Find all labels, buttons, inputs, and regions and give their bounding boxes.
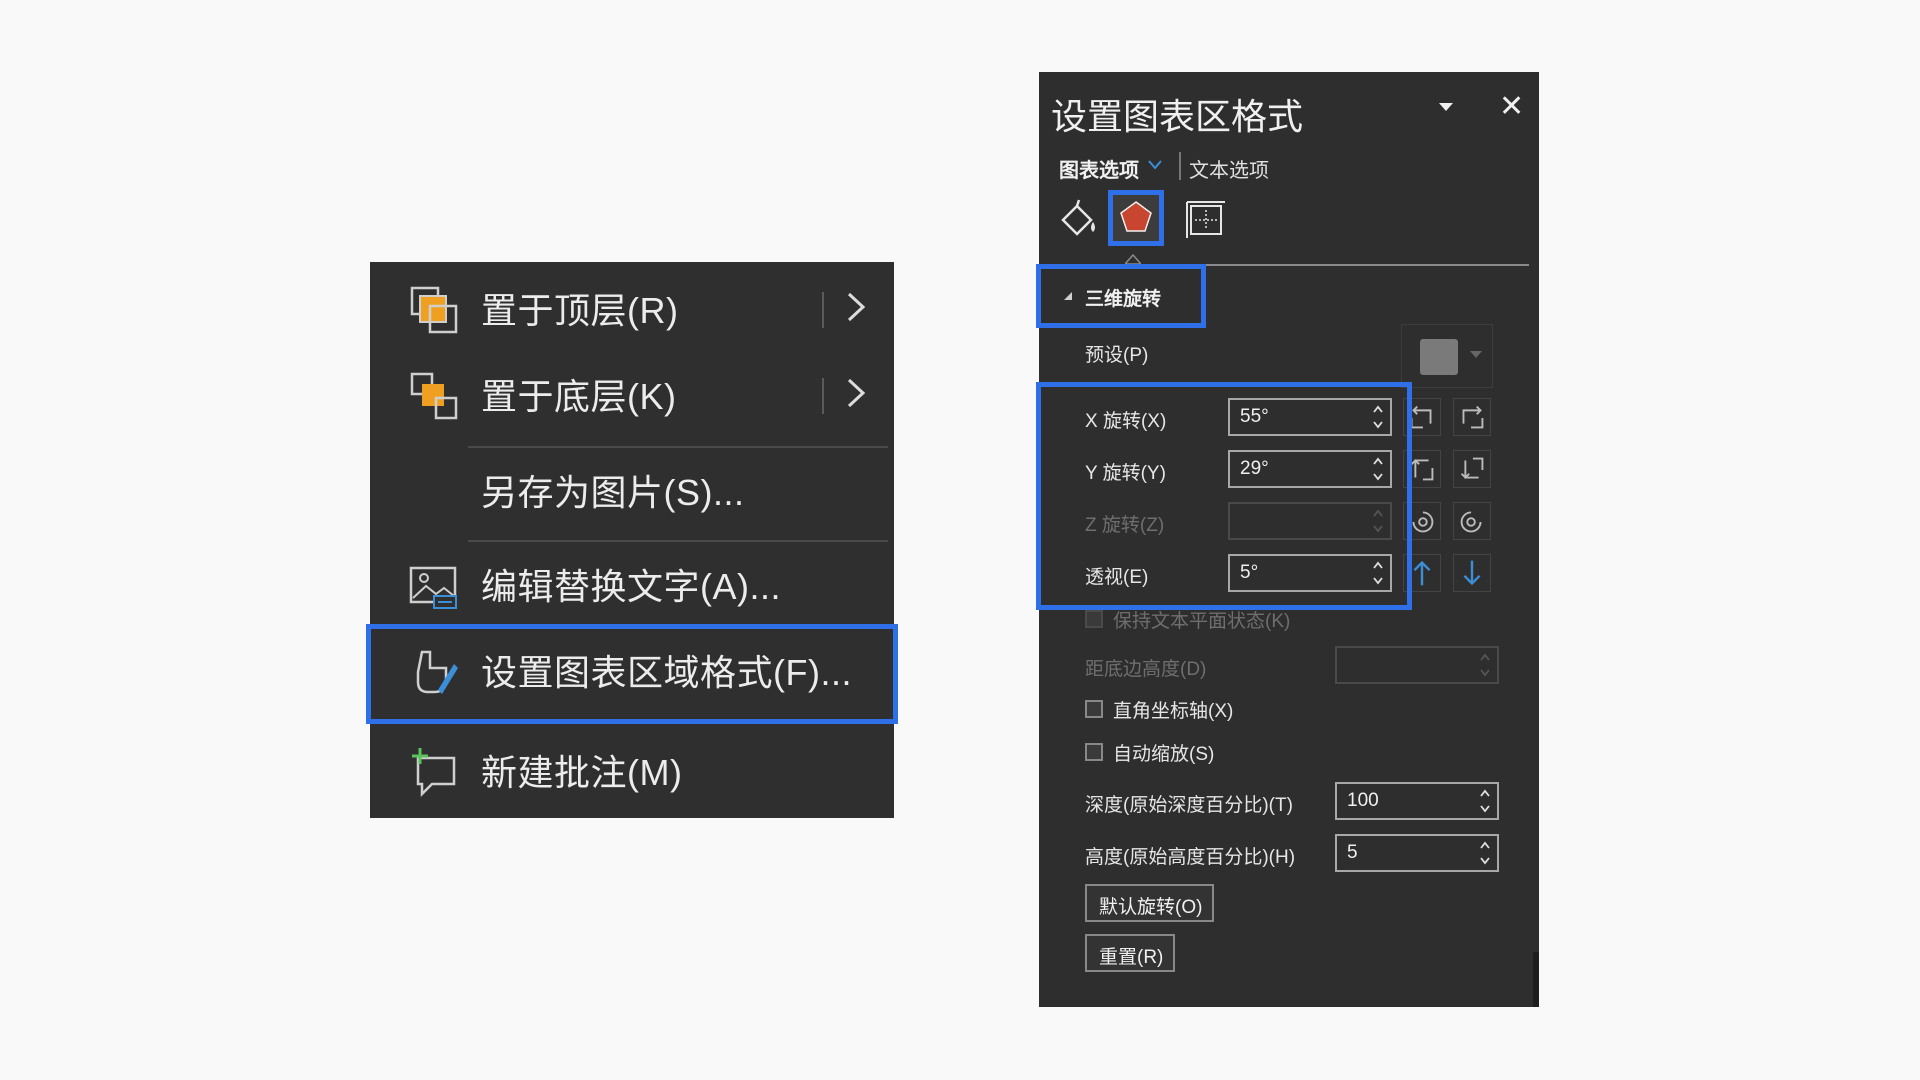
submenu-divider	[822, 292, 824, 328]
selected-category-caret-icon	[1125, 254, 1141, 264]
context-menu: 置于顶层(R) 置于底层(K) 另存为图片(S)... 编辑替换文字(A)...…	[370, 262, 894, 818]
height-label: 高度(原始高度百分比)(H)	[1085, 847, 1296, 868]
keep-text-flat-checkbox[interactable]	[1085, 610, 1103, 628]
menu-item-label: 置于底层(K)	[481, 376, 677, 417]
widen-field-of-view-icon[interactable]	[1453, 554, 1491, 592]
menu-item-label: 另存为图片(S)...	[481, 472, 745, 513]
menu-item-label: 置于顶层(R)	[481, 290, 679, 331]
size-properties-icon[interactable]	[1183, 196, 1227, 240]
pane-options-dropdown-icon[interactable]	[1437, 100, 1455, 114]
menu-item-send-to-back[interactable]: 置于底层(K)	[370, 348, 894, 434]
highlight-frame-rotation-fields	[1036, 382, 1412, 610]
pane-scrollbar[interactable]	[1533, 952, 1539, 1007]
highlight-frame-section	[1036, 264, 1206, 328]
spinner-arrows-icon[interactable]	[1479, 838, 1491, 868]
submenu-divider	[822, 378, 824, 414]
tab-text-options[interactable]: 文本选项	[1189, 154, 1269, 183]
depth-value: 100	[1347, 790, 1379, 811]
effects-tab-selected[interactable]	[1108, 190, 1164, 246]
depth-input[interactable]: 100	[1335, 782, 1499, 820]
right-angle-axes-label: 直角坐标轴(X)	[1113, 701, 1234, 722]
height-value: 5	[1347, 842, 1358, 863]
autoscale-checkbox[interactable]	[1085, 743, 1103, 761]
chevron-down-icon[interactable]	[1147, 158, 1163, 172]
default-rotation-button[interactable]: 默认旋转(O)	[1085, 884, 1215, 922]
rotate-clockwise-icon[interactable]	[1453, 502, 1491, 540]
rotate-right-icon[interactable]	[1453, 398, 1491, 436]
close-icon[interactable]: ✕	[1499, 92, 1524, 122]
menu-item-new-comment[interactable]: 新建批注(M)	[370, 724, 894, 810]
right-angle-axes-checkbox[interactable]	[1085, 700, 1103, 718]
chevron-right-icon	[847, 292, 866, 322]
tab-chart-options[interactable]: 图表选项	[1059, 154, 1139, 183]
rotate-down-icon[interactable]	[1453, 450, 1491, 488]
highlight-frame-menu	[366, 624, 898, 724]
bring-to-front-icon	[410, 286, 458, 334]
keep-text-flat-label: 保持文本平面状态(K)	[1113, 611, 1291, 632]
dropdown-arrow-icon	[1470, 351, 1482, 358]
menu-item-label: 编辑替换文字(A)...	[481, 566, 781, 607]
preset-swatch	[1420, 339, 1458, 375]
distance-from-ground-input[interactable]	[1335, 646, 1499, 684]
presets-dropdown[interactable]	[1401, 324, 1493, 388]
presets-label: 预设(P)	[1085, 345, 1149, 366]
pane-title: 设置图表区格式	[1051, 96, 1304, 137]
chevron-right-icon	[847, 378, 866, 408]
spinner-arrows-icon[interactable]	[1479, 650, 1491, 680]
fill-line-icon[interactable]	[1057, 196, 1101, 240]
new-comment-icon	[412, 748, 456, 798]
spinner-arrows-icon[interactable]	[1479, 786, 1491, 816]
height-input[interactable]: 5	[1335, 834, 1499, 872]
alt-text-icon	[409, 566, 457, 609]
tab-divider	[1179, 152, 1181, 180]
menu-item-label: 新建批注(M)	[481, 752, 683, 793]
send-to-back-icon	[410, 372, 458, 420]
depth-label: 深度(原始深度百分比)(T)	[1085, 795, 1293, 816]
menu-item-bring-to-front[interactable]: 置于顶层(R)	[370, 262, 894, 348]
menu-item-edit-alt-text[interactable]: 编辑替换文字(A)...	[370, 538, 894, 624]
reset-button[interactable]: 重置(R)	[1085, 934, 1176, 972]
distance-from-ground-label: 距底边高度(D)	[1085, 659, 1207, 680]
effects-pentagon-icon	[1120, 201, 1152, 232]
menu-item-save-as-picture[interactable]: 另存为图片(S)...	[370, 444, 894, 530]
autoscale-label: 自动缩放(S)	[1113, 744, 1215, 765]
